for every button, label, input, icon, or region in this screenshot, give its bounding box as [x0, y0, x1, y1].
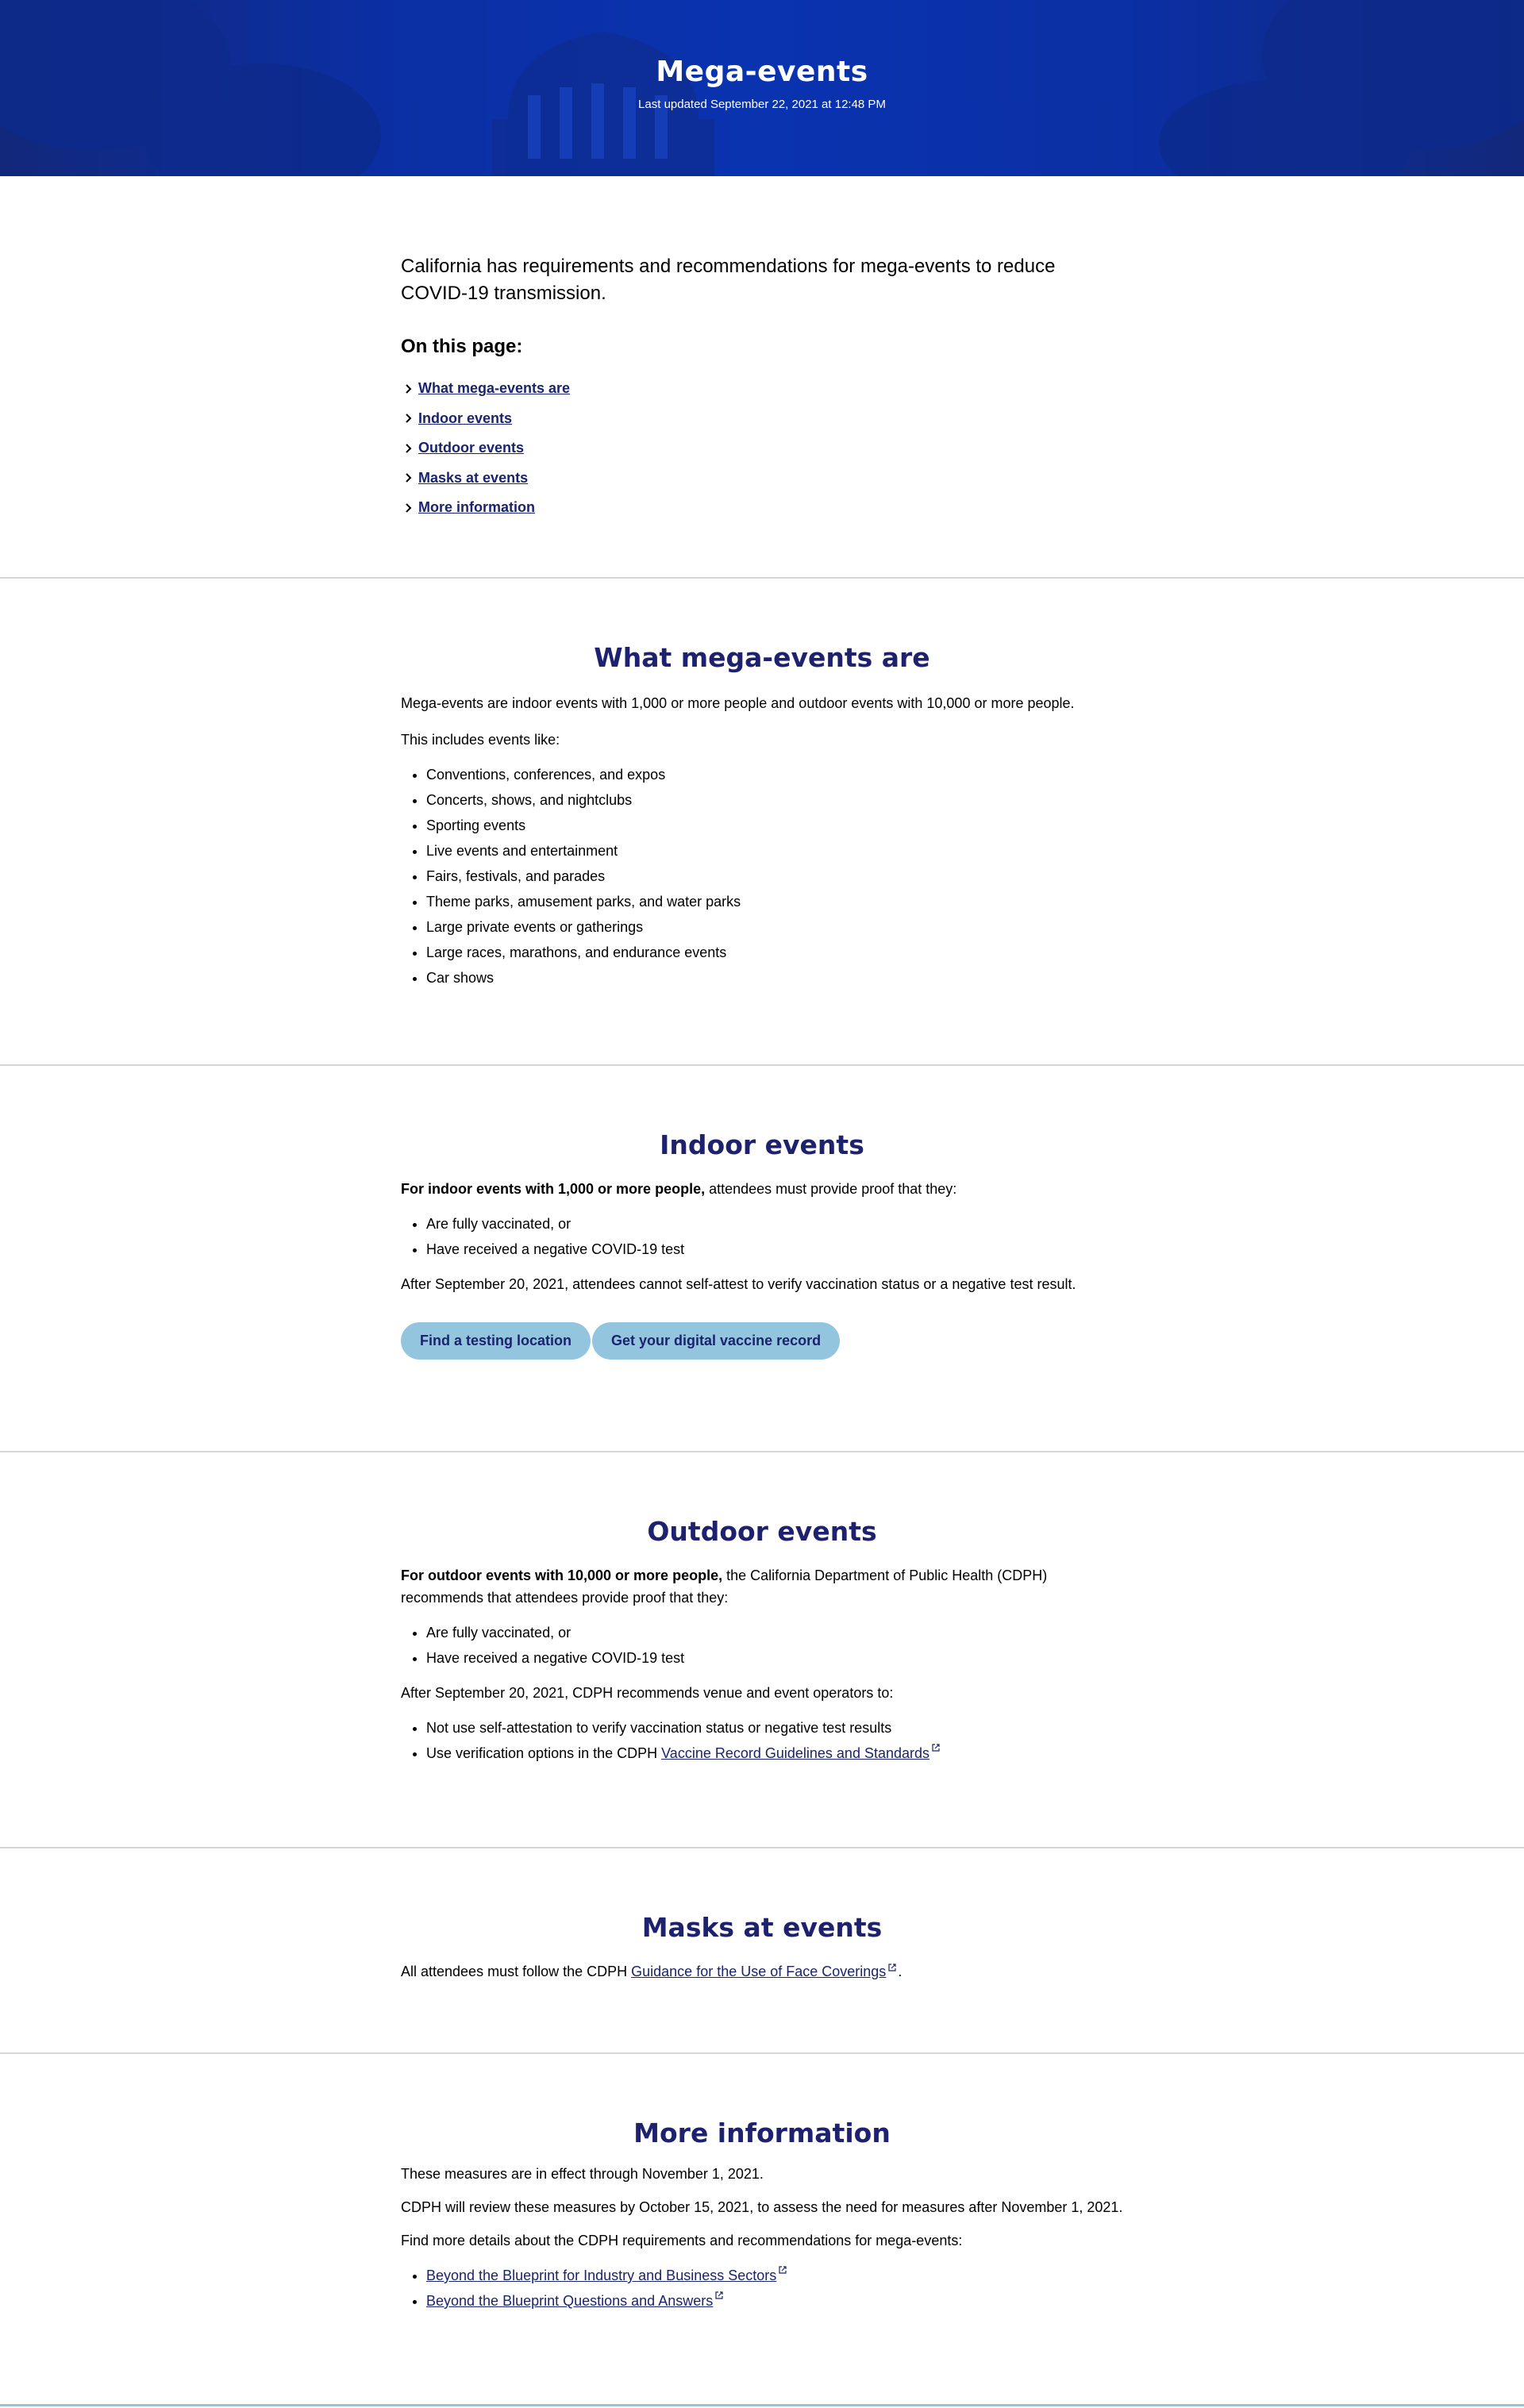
section-heading: Outdoor events — [647, 1516, 877, 1547]
list-item: Live events and entertainment — [426, 838, 1123, 864]
list-item: Large races, marathons, and endurance ev… — [426, 940, 1123, 965]
paragraph: Find more details about the CDPH require… — [401, 2233, 963, 2248]
text: Use verification options in the CDPH — [426, 1745, 662, 1761]
paragraph: After September 20, 2021, CDPH recommend… — [401, 1685, 894, 1701]
paragraph: After September 20, 2021, attendees cann… — [401, 1276, 1076, 1292]
toc-item: What mega-events are — [401, 374, 1123, 404]
list-item: Are fully vaccinated, or — [426, 1211, 1123, 1237]
list-item: Beyond the Blueprint for Industry and Bu… — [426, 2263, 1123, 2288]
more-details-links-list: Beyond the Blueprint for Industry and Bu… — [401, 2263, 1123, 2314]
what-mega-events-section: What mega-events are Mega-events are ind… — [0, 579, 1524, 1066]
intro-section: California has requirements and recommen… — [0, 176, 1524, 579]
external-link-icon — [932, 1744, 940, 1752]
find-testing-location-button[interactable]: Find a testing location — [401, 1322, 591, 1360]
toc-item: Outdoor events — [401, 433, 1123, 464]
chevron-right-icon — [406, 473, 412, 483]
paragraph: CDPH will review these measures by Octob… — [401, 2199, 1123, 2215]
face-coverings-guidance-link[interactable]: Guidance for the Use of Face Coverings — [631, 1964, 886, 1979]
intro-lead: California has requirements and recommen… — [401, 256, 1056, 304]
page-title: Mega-events — [656, 56, 868, 88]
paragraph: Mega-events are indoor events with 1,000… — [401, 695, 1075, 711]
list-item: Large private events or gatherings — [426, 914, 1123, 940]
bold-text: For indoor events with 1,000 or more peo… — [401, 1181, 706, 1197]
list-item: Car shows — [426, 965, 1123, 991]
vaccine-record-guidelines-link[interactable]: Vaccine Record Guidelines and Standards — [661, 1745, 929, 1761]
proof-list: Are fully vaccinated, or Have received a… — [401, 1620, 1123, 1671]
more-information-section: More information These measures are in e… — [0, 2054, 1524, 2406]
external-link-icon — [888, 1964, 896, 1971]
list-item: Not use self-attestation to verify vacci… — [426, 1715, 1123, 1741]
beyond-blueprint-qa-link[interactable]: Beyond the Blueprint Questions and Answe… — [426, 2293, 713, 2309]
toc-link-outdoor-events[interactable]: Outdoor events — [418, 440, 524, 456]
table-of-contents: What mega-events are Indoor events Outdo… — [401, 374, 1123, 523]
external-link-icon — [779, 2266, 787, 2274]
external-link-icon — [715, 2291, 723, 2299]
paragraph: For indoor events with 1,000 or more peo… — [401, 1178, 1123, 1200]
list-item: Theme parks, amusement parks, and water … — [426, 889, 1123, 914]
toc-item: Indoor events — [401, 404, 1123, 434]
paragraph: For outdoor events with 10,000 or more p… — [401, 1564, 1123, 1609]
section-heading: More information — [633, 2118, 891, 2148]
list-item: Sporting events — [426, 813, 1123, 838]
section-heading: What mega-events are — [594, 642, 930, 673]
chevron-right-icon — [406, 384, 412, 394]
button-row: Find a testing location Get your digital … — [401, 1322, 1123, 1360]
list-item: Use verification options in the CDPH Vac… — [426, 1741, 1123, 1766]
chevron-right-icon — [406, 444, 412, 453]
toc-link-what-mega-events-are[interactable]: What mega-events are — [418, 380, 570, 397]
list-item: Beyond the Blueprint Questions and Answe… — [426, 2288, 1123, 2314]
paragraph: This includes events like: — [401, 732, 560, 748]
toc-title: On this page: — [401, 336, 523, 357]
list-item: Fairs, festivals, and parades — [426, 864, 1123, 889]
list-item: Concerts, shows, and nightclubs — [426, 787, 1123, 813]
text: attendees must provide proof that they: — [705, 1181, 957, 1197]
text: . — [898, 1964, 902, 1979]
chevron-right-icon — [406, 503, 412, 513]
masks-section: Masks at events All attendees must follo… — [0, 1848, 1524, 2054]
list-item: Conventions, conferences, and expos — [426, 762, 1123, 787]
digital-vaccine-record-button[interactable]: Get your digital vaccine record — [592, 1322, 841, 1360]
event-types-list: Conventions, conferences, and expos Conc… — [401, 762, 1123, 991]
toc-item: Masks at events — [401, 464, 1123, 494]
toc-item: More information — [401, 493, 1123, 523]
list-item: Are fully vaccinated, or — [426, 1620, 1123, 1645]
operator-recommendations-list: Not use self-attestation to verify vacci… — [401, 1715, 1123, 1766]
list-item: Have received a negative COVID-19 test — [426, 1645, 1123, 1671]
text: All attendees must follow the CDPH — [401, 1964, 632, 1979]
section-heading: Masks at events — [641, 1912, 883, 1943]
bold-text: For outdoor events with 10,000 or more p… — [401, 1568, 723, 1583]
outdoor-events-section: Outdoor events For outdoor events with 1… — [0, 1452, 1524, 1848]
section-heading: Indoor events — [660, 1129, 864, 1160]
page-header-banner: Mega-events Last updated September 22, 2… — [0, 0, 1524, 176]
paragraph: These measures are in effect through Nov… — [401, 2166, 764, 2182]
toc-link-indoor-events[interactable]: Indoor events — [418, 410, 512, 427]
toc-link-masks-at-events[interactable]: Masks at events — [418, 470, 528, 487]
last-updated-text: Last updated September 22, 2021 at 12:48… — [638, 98, 886, 111]
list-item: Have received a negative COVID-19 test — [426, 1237, 1123, 1262]
toc-link-more-information[interactable]: More information — [418, 499, 535, 516]
proof-list: Are fully vaccinated, or Have received a… — [401, 1211, 1123, 1262]
paragraph: All attendees must follow the CDPH Guida… — [401, 1960, 1123, 1983]
beyond-blueprint-sectors-link[interactable]: Beyond the Blueprint for Industry and Bu… — [426, 2268, 776, 2283]
chevron-right-icon — [406, 414, 412, 423]
indoor-events-section: Indoor events For indoor events with 1,0… — [0, 1066, 1524, 1452]
